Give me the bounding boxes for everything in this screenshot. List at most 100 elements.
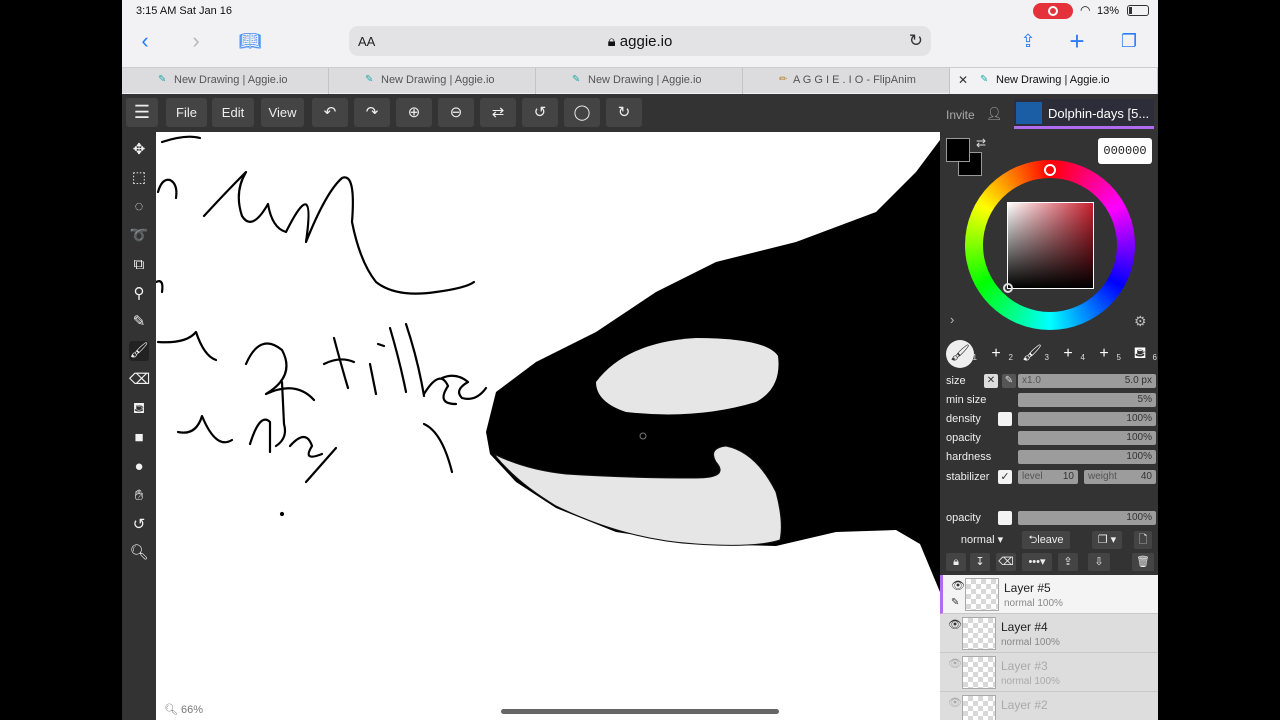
- layer-item[interactable]: 👁︎ ✎ Layer #5 normal 100%: [940, 575, 1158, 614]
- flip-icon[interactable]: ⇄: [480, 98, 516, 127]
- close-tab-icon[interactable]: ✕: [958, 68, 968, 93]
- new-layer-icon[interactable]: 🗋︎: [1134, 531, 1152, 549]
- zoom-indicator: 🔍︎ 66%: [164, 704, 204, 716]
- pencil-icon[interactable]: ✎: [129, 312, 149, 332]
- visibility-eye-icon[interactable]: 👁︎: [948, 657, 962, 670]
- room-button[interactable]: Dolphin-days [5...: [1014, 99, 1154, 129]
- brush-preset-4[interactable]: +4: [1054, 340, 1085, 368]
- eraser-icon[interactable]: ⌫: [129, 370, 150, 390]
- density-slider[interactable]: 100%: [1018, 412, 1156, 426]
- zoom-out-icon[interactable]: ⊖: [438, 98, 474, 127]
- paint-bucket-icon[interactable]: ⛾: [129, 399, 149, 419]
- rectangle-shape-icon[interactable]: ■: [129, 428, 149, 448]
- merge-down-icon[interactable]: ↧: [970, 553, 990, 571]
- horizontal-scrollbar[interactable]: [501, 709, 779, 714]
- layer-item[interactable]: 👁︎ Layer #2: [940, 692, 1158, 720]
- brush-icon[interactable]: 🖌︎: [129, 341, 149, 361]
- rotate-view-icon[interactable]: ↺: [129, 515, 149, 535]
- density-checkbox[interactable]: [998, 412, 1012, 426]
- file-menu[interactable]: File: [166, 98, 207, 127]
- tabs-overview-icon[interactable]: ❐: [1116, 29, 1142, 53]
- brush-preset-2[interactable]: +2: [982, 340, 1013, 368]
- back-icon[interactable]: ‹: [132, 29, 158, 53]
- new-tab-icon[interactable]: +: [1064, 28, 1090, 54]
- stabilizer-weight-slider[interactable]: weight 40: [1084, 470, 1156, 484]
- import-layer-icon[interactable]: ⇩: [1088, 553, 1110, 571]
- flipanim-favicon-icon: ✏: [779, 74, 788, 85]
- min-size-slider[interactable]: 5%: [1018, 393, 1156, 407]
- layer-opacity-slider[interactable]: 100%: [1018, 511, 1156, 525]
- chevron-right-icon[interactable]: ›: [950, 312, 954, 327]
- visibility-eye-icon[interactable]: 👁︎: [951, 579, 965, 592]
- bookmarks-icon[interactable]: 📖︎: [237, 29, 263, 53]
- ellipse-select-icon[interactable]: ◌: [129, 197, 149, 217]
- transform-icon[interactable]: ⧉: [129, 255, 149, 275]
- browser-tab[interactable]: ✎ New Drawing | Aggie.io: [329, 68, 536, 94]
- ellipse-shape-icon[interactable]: ●: [129, 457, 149, 477]
- visibility-eye-icon[interactable]: 👁︎: [948, 696, 962, 709]
- saturation-value-picker[interactable]: [1007, 202, 1094, 289]
- layer-opacity-checkbox[interactable]: [998, 511, 1012, 525]
- rect-select-icon[interactable]: ⬚: [129, 168, 149, 188]
- undo-icon[interactable]: ↶: [312, 98, 348, 127]
- move-tool-icon[interactable]: ✥: [129, 140, 149, 160]
- color-handle[interactable]: [1003, 283, 1013, 293]
- invite-button[interactable]: Invite: [946, 108, 975, 122]
- add-person-icon[interactable]: 👤︎: [986, 106, 1003, 122]
- hamburger-menu-icon[interactable]: ☰: [126, 98, 158, 127]
- edit-menu[interactable]: Edit: [212, 98, 254, 127]
- hand-pan-icon[interactable]: ✋︎: [129, 486, 149, 506]
- hardness-slider[interactable]: 100%: [1018, 450, 1156, 464]
- hex-color-input[interactable]: 000000: [1098, 138, 1152, 164]
- url-text: 🔒︎ aggie.io: [607, 33, 673, 50]
- brush-preset-5[interactable]: +5: [1090, 340, 1121, 368]
- eyedropper-icon[interactable]: ⚲: [129, 284, 149, 304]
- swap-colors-icon[interactable]: ⇄: [976, 136, 986, 150]
- brush-preset-3[interactable]: 🖌︎ 3: [1018, 340, 1049, 368]
- pressure-size-toggle[interactable]: ✕: [984, 374, 998, 388]
- redo-icon[interactable]: ↷: [354, 98, 390, 127]
- view-menu[interactable]: View: [261, 98, 304, 127]
- visibility-eye-icon[interactable]: 👁︎: [948, 618, 962, 631]
- lasso-select-icon[interactable]: ➰: [129, 226, 149, 246]
- brush-preset-1[interactable]: 🖌︎ 1: [946, 340, 977, 368]
- leave-button[interactable]: ⮌leave: [1022, 531, 1070, 549]
- more-options-icon[interactable]: •••▾: [1022, 553, 1052, 571]
- zoom-tool-icon[interactable]: 🔍︎: [129, 543, 149, 563]
- zoom-in-icon[interactable]: ⊕: [396, 98, 432, 127]
- layer-mode: normal 100%: [1004, 598, 1063, 609]
- delete-layer-icon[interactable]: 🗑︎: [1132, 553, 1154, 571]
- pen-pressure-icon[interactable]: ✎: [1002, 374, 1016, 388]
- hardness-row: hardness 100%: [946, 449, 1158, 465]
- primary-color-swatch[interactable]: [946, 138, 970, 162]
- clear-layer-icon[interactable]: ⌫: [996, 553, 1016, 571]
- stabilizer-checkbox[interactable]: ✓: [998, 470, 1012, 484]
- gear-icon[interactable]: ⚙: [1134, 313, 1147, 330]
- layer-item[interactable]: 👁︎ Layer #4 normal 100%: [940, 614, 1158, 653]
- export-layer-icon[interactable]: ⇪: [1058, 553, 1078, 571]
- stabilizer-level-slider[interactable]: level 10: [1018, 470, 1078, 484]
- opacity-slider[interactable]: 100%: [1018, 431, 1156, 445]
- duplicate-layer-icon[interactable]: ❐ ▾: [1092, 531, 1122, 549]
- layer-name: Layer #3: [1001, 659, 1048, 673]
- drawing-canvas[interactable]: 🔍︎ 66%: [156, 132, 940, 720]
- size-slider[interactable]: x1.0 5.0 px: [1018, 374, 1156, 388]
- aggie-favicon-icon: ✎: [572, 74, 581, 85]
- browser-tab[interactable]: ✏ A G G I E . I O - FlipAnim: [743, 68, 950, 94]
- reset-rotation-icon[interactable]: ◯: [564, 98, 600, 127]
- share-icon[interactable]: ⇪: [1015, 29, 1041, 53]
- layer-opacity-row: opacity 100%: [946, 510, 1158, 526]
- browser-tab[interactable]: ✎ New Drawing | Aggie.io: [536, 68, 743, 94]
- rotate-left-icon[interactable]: ↺: [522, 98, 558, 127]
- hue-handle[interactable]: [1044, 164, 1056, 176]
- lock-icon[interactable]: 🔒︎: [946, 553, 966, 571]
- forward-icon[interactable]: ›: [183, 29, 209, 53]
- brush-preset-6[interactable]: ⛾ 6: [1126, 340, 1157, 368]
- reload-icon[interactable]: ↻: [909, 31, 923, 51]
- browser-tab[interactable]: ✎ New Drawing | Aggie.io: [122, 68, 329, 94]
- browser-tab-active[interactable]: ✕ ✎ New Drawing | Aggie.io: [950, 68, 1158, 94]
- address-bar[interactable]: AA 🔒︎ aggie.io ↻: [349, 26, 931, 56]
- rotate-right-icon[interactable]: ↻: [606, 98, 642, 127]
- layer-item[interactable]: 👁︎ Layer #3 normal 100%: [940, 653, 1158, 692]
- blend-mode-select[interactable]: normal ▾: [946, 531, 1018, 549]
